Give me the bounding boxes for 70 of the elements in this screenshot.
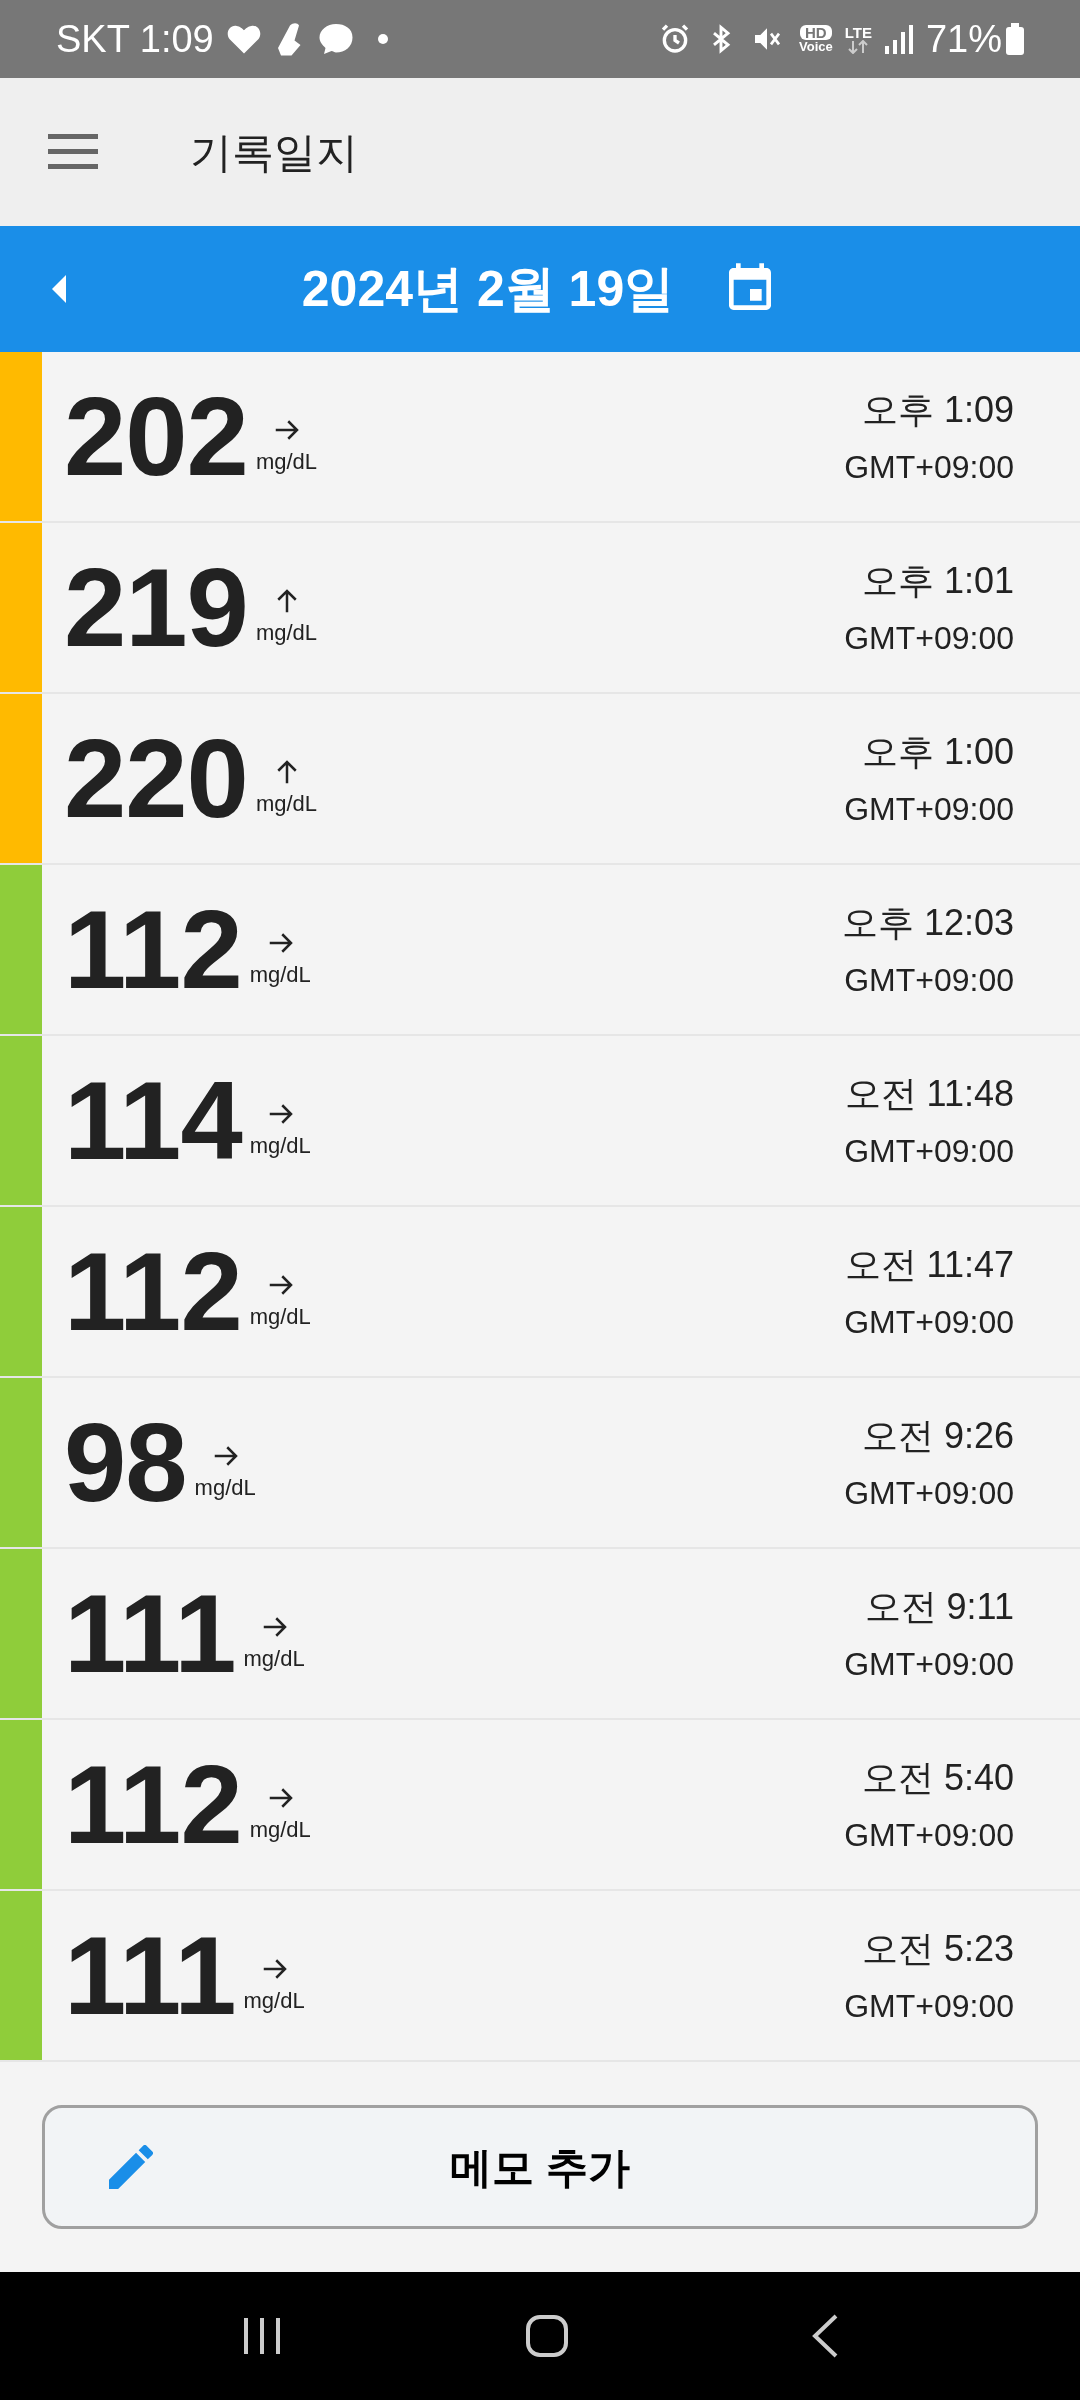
battery-icon: [1006, 23, 1024, 55]
pencil-icon: [109, 2145, 153, 2189]
glucose-value: 114: [64, 1064, 242, 1177]
unit-label: mg/dL: [255, 790, 318, 818]
back-icon[interactable]: [812, 2314, 838, 2358]
alarm-icon: [659, 23, 691, 55]
reading-time: 오후 12:03: [841, 900, 1014, 945]
timezone: GMT+09:00: [844, 789, 1014, 829]
reading-row[interactable]: 112 mg/dL 오후 12:03 GMT+09:00: [0, 865, 1080, 1036]
glucose-value: 220: [64, 722, 248, 835]
reading-row[interactable]: 114 mg/dL 오전 11:48 GMT+09:00: [0, 1036, 1080, 1207]
unit-label: mg/dL: [194, 1474, 256, 1502]
unit-label: mg/dL: [255, 448, 318, 476]
reading-row[interactable]: 112 mg/dL 오전 11:47 GMT+09:00: [0, 1207, 1080, 1378]
reading-row[interactable]: 112 mg/dL 오전 5:40 GMT+09:00: [0, 1720, 1080, 1891]
unit-label: mg/dL: [249, 1303, 311, 1331]
home-icon[interactable]: [526, 2315, 568, 2357]
glucose-value: 202: [64, 380, 248, 493]
reading-time: 오전 11:47: [844, 1242, 1014, 1287]
data-arrows-icon: [847, 39, 870, 54]
reading-time: 오후 1:00: [861, 729, 1014, 774]
reading-row[interactable]: 219 mg/dL 오후 1:01 GMT+09:00: [0, 523, 1080, 694]
hd-label: HD: [800, 25, 832, 40]
reading-time: 오전 11:48: [844, 1071, 1014, 1116]
reading-row[interactable]: 111 mg/dL 오전 5:23 GMT+09:00: [0, 1891, 1080, 2062]
chat-icon: [317, 22, 354, 56]
selected-date: 2024년 2월 19일: [301, 259, 675, 319]
unit-label: mg/dL: [249, 1132, 311, 1160]
glucose-value: 111: [64, 1577, 236, 1690]
unit-label: mg/dL: [255, 619, 318, 647]
heart-icon: [225, 23, 262, 55]
lte-label: LTE: [844, 24, 872, 40]
timezone: GMT+09:00: [844, 1815, 1014, 1855]
timezone: GMT+09:00: [844, 1473, 1014, 1513]
timezone: GMT+09:00: [844, 447, 1014, 487]
carrier-time: SKT 1:09: [56, 16, 214, 62]
unit-label: mg/dL: [249, 1816, 311, 1844]
menu-icon[interactable]: [48, 134, 98, 170]
reading-row[interactable]: 220 mg/dL 오후 1:00 GMT+09:00: [0, 694, 1080, 865]
signal-icon: [883, 24, 914, 54]
glucose-value: 112: [64, 1748, 242, 1861]
reading-row[interactable]: 202 mg/dL 오후 1:09 GMT+09:00: [0, 352, 1080, 523]
timezone: GMT+09:00: [844, 960, 1014, 1000]
add-note-button[interactable]: 메모 추가: [42, 2105, 1038, 2229]
timezone: GMT+09:00: [844, 618, 1014, 658]
reading-time: 오전 5:23: [861, 1926, 1014, 1971]
reading-time: 오후 1:09: [861, 387, 1014, 432]
reading-time: 오전 9:26: [861, 1413, 1014, 1458]
glucose-value: 111: [64, 1919, 236, 2032]
timezone: GMT+09:00: [844, 1986, 1014, 2026]
reading-time: 오전 5:40: [861, 1755, 1014, 1800]
page-title: 기록일지: [190, 127, 358, 178]
reading-time: 오후 1:01: [861, 558, 1014, 603]
timezone: GMT+09:00: [844, 1302, 1014, 1342]
previous-day-icon[interactable]: [52, 275, 68, 303]
glucose-value: 98: [64, 1406, 187, 1519]
reading-row[interactable]: 98 mg/dL 오전 9:26 GMT+09:00: [0, 1378, 1080, 1549]
reading-time: 오전 9:11: [864, 1584, 1014, 1629]
reading-row[interactable]: 111 mg/dL 오전 9:11 GMT+09:00: [0, 1549, 1080, 1720]
timezone: GMT+09:00: [844, 1131, 1014, 1171]
glucose-value: 112: [64, 1235, 242, 1348]
glucose-value: 219: [64, 551, 248, 664]
unit-label: mg/dL: [243, 1987, 305, 2015]
battery-percent: 71%: [925, 16, 1002, 62]
glucose-value: 112: [64, 893, 242, 1006]
unit-label: mg/dL: [243, 1645, 305, 1673]
unit-label: mg/dL: [249, 961, 311, 989]
timezone: GMT+09:00: [844, 1644, 1014, 1684]
voice-label: Voice: [799, 40, 833, 53]
recent-apps-icon[interactable]: [242, 2316, 282, 2356]
